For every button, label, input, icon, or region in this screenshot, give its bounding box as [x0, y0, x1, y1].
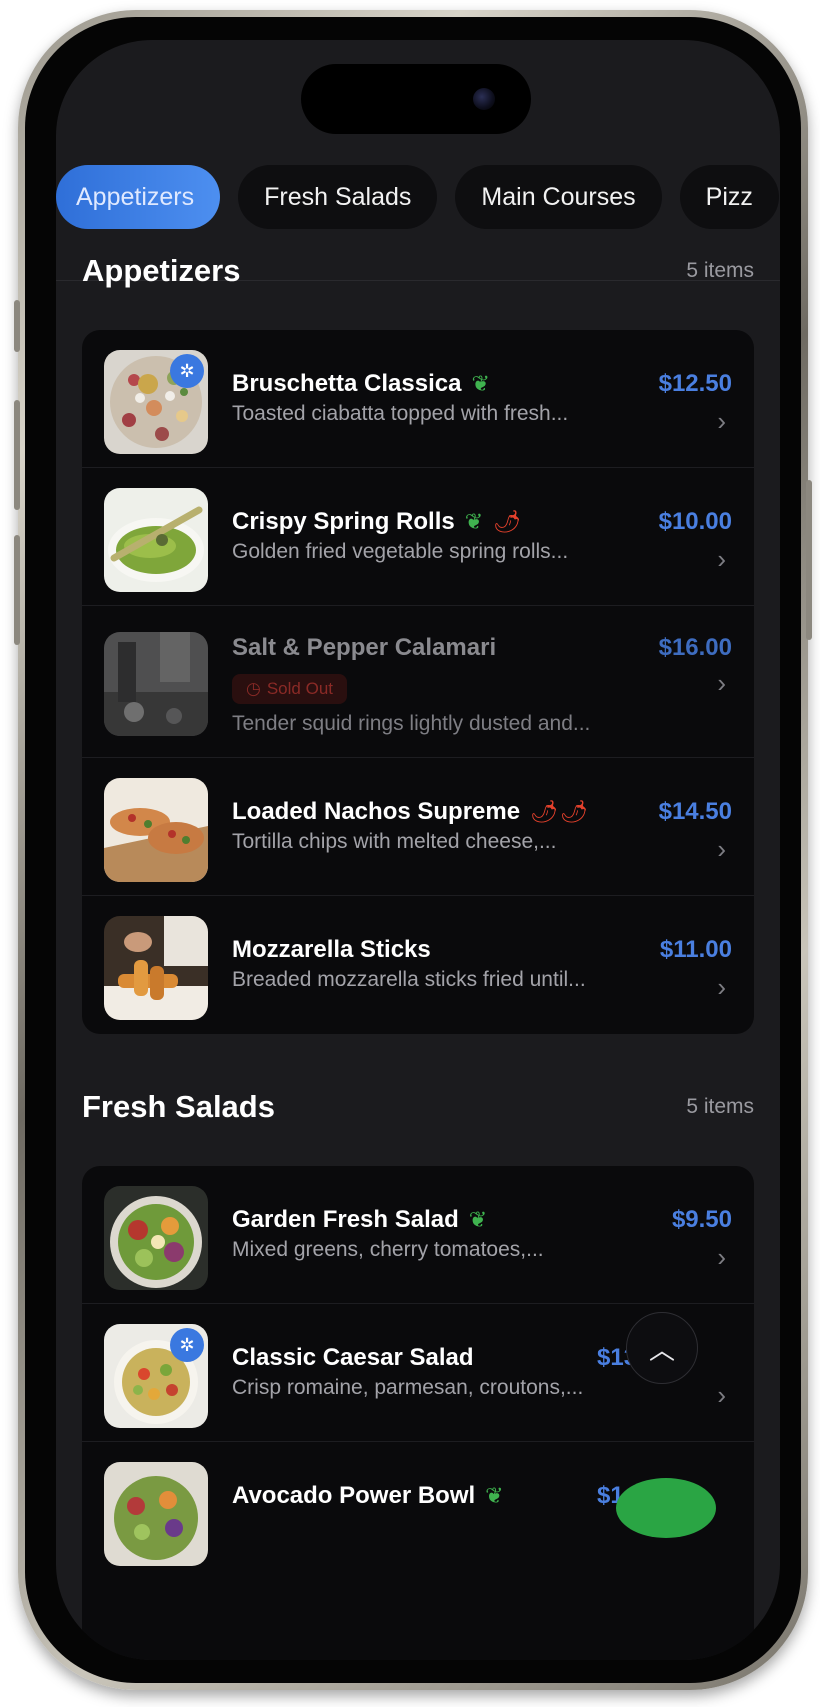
- item-description: Breaded mozzarella sticks fried until...: [232, 968, 586, 991]
- scroll-to-top-button[interactable]: ︿: [626, 1312, 698, 1384]
- menu-item-nachos[interactable]: Loaded Nachos Supreme 🌶 🌶 Tortilla chips…: [82, 758, 754, 896]
- menu-item-garden-salad[interactable]: Garden Fresh Salad ❦ Mixed greens, cherr…: [82, 1166, 754, 1304]
- mozzarella-sticks-image: [104, 916, 208, 1020]
- vegetarian-leaf-icon: ❦: [471, 371, 490, 396]
- section-title: Appetizers: [82, 253, 241, 288]
- item-price: $11.00: [659, 936, 732, 963]
- section-count: 5 items: [686, 259, 754, 282]
- section-title: Fresh Salads: [82, 1089, 275, 1124]
- tab-pizza[interactable]: Pizz: [679, 165, 779, 229]
- item-price: $16.00: [658, 634, 732, 661]
- chevron-up-icon: ︿: [648, 1334, 675, 1365]
- garden-salad-image: [104, 1186, 208, 1290]
- green-floating-button[interactable]: [616, 1478, 716, 1538]
- vegetarian-leaf-icon: ❦: [468, 1207, 488, 1232]
- chevron-right-icon: ›: [717, 972, 726, 1002]
- item-description: Tender squid rings lightly dusted and...: [232, 712, 591, 735]
- calamari-image: [104, 632, 208, 736]
- section-header-appetizers: Appetizers 5 items: [82, 253, 754, 289]
- item-name: Bruschetta Classica: [232, 370, 462, 397]
- item-description: Tortilla chips with melted cheese,...: [232, 830, 557, 853]
- vegetarian-leaf-icon: ❦: [464, 509, 484, 534]
- item-description: Mixed greens, cherry tomatoes,...: [232, 1238, 544, 1261]
- camera-icon: [473, 88, 495, 110]
- spicy-chili-icon: 🌶: [530, 799, 559, 824]
- bruschetta-image: ✲: [104, 350, 208, 454]
- spring-rolls-image: [104, 488, 208, 592]
- volume-up-button: [14, 400, 20, 510]
- category-tabs: Appetizers Fresh Salads Main Courses Piz…: [56, 165, 780, 265]
- item-price: $9.50: [671, 1206, 732, 1233]
- section-header-fresh-salads: Fresh Salads 5 items: [82, 1089, 754, 1125]
- chevron-right-icon: ›: [717, 1242, 726, 1272]
- item-name: Avocado Power Bowl: [232, 1482, 476, 1509]
- action-button: [14, 300, 20, 352]
- item-description: Crisp romaine, parmesan, croutons,...: [232, 1376, 584, 1399]
- item-name: Salt & Pepper Calamari: [232, 634, 497, 661]
- nachos-image: [104, 778, 208, 882]
- spicy-chili-icon: 🌶: [560, 799, 588, 824]
- tab-fresh-salads[interactable]: Fresh Salads: [238, 165, 438, 229]
- item-name: Garden Fresh Salad: [232, 1206, 459, 1233]
- chevron-right-icon: ›: [717, 544, 726, 574]
- item-name: Mozzarella Sticks: [232, 936, 431, 963]
- item-price: $14.50: [658, 798, 732, 825]
- featured-badge-icon: ✲: [170, 1328, 204, 1362]
- chevron-right-icon: ›: [717, 406, 726, 436]
- featured-badge-icon: ✲: [170, 354, 204, 388]
- spicy-chili-icon: 🌶: [493, 509, 522, 534]
- section-count: 5 items: [686, 1095, 754, 1118]
- item-description: Golden fried vegetable spring rolls...: [232, 540, 569, 563]
- item-name: Loaded Nachos Supreme: [232, 798, 521, 825]
- item-price: $10.00: [658, 508, 732, 535]
- appetizers-list: ✲ Bruschetta Classica ❦ Toasted ciabatta…: [82, 330, 754, 1034]
- chevron-right-icon: ›: [717, 834, 726, 864]
- item-description: Toasted ciabatta topped with fresh...: [232, 402, 569, 425]
- tab-appetizers[interactable]: Appetizers: [56, 165, 221, 229]
- menu-item-bruschetta[interactable]: ✲ Bruschetta Classica ❦ Toasted ciabatta…: [82, 330, 754, 468]
- sold-out-label: Sold Out: [266, 679, 333, 698]
- vegetarian-leaf-icon: ❦: [485, 1483, 504, 1508]
- item-name: Classic Caesar Salad: [232, 1344, 474, 1371]
- avocado-bowl-image: [104, 1462, 208, 1566]
- clock-icon: ◷: [246, 679, 261, 698]
- chevron-right-icon: ›: [717, 1380, 726, 1410]
- tab-main-courses[interactable]: Main Courses: [455, 165, 662, 229]
- power-button: [806, 480, 812, 640]
- volume-down-button: [14, 535, 20, 645]
- screen: Appetizers Fresh Salads Main Courses Piz…: [56, 40, 780, 1660]
- menu-item-calamari[interactable]: Salt & Pepper Calamari ◷ Sold Out Tender…: [82, 606, 754, 758]
- item-price: $12.50: [658, 370, 732, 397]
- chevron-right-icon: ›: [717, 668, 726, 698]
- fresh-salads-list: Garden Fresh Salad ❦ Mixed greens, cherr…: [82, 1166, 754, 1660]
- sold-out-badge: ◷ Sold Out: [232, 674, 347, 704]
- menu-item-mozzarella-sticks[interactable]: Mozzarella Sticks Breaded mozzarella sti…: [82, 896, 754, 1034]
- menu-item-spring-rolls[interactable]: Crispy Spring Rolls ❦ 🌶 Golden fried veg…: [82, 468, 754, 606]
- dynamic-island: [301, 64, 531, 134]
- item-name: Crispy Spring Rolls: [232, 508, 455, 535]
- caesar-salad-image: ✲: [104, 1324, 208, 1428]
